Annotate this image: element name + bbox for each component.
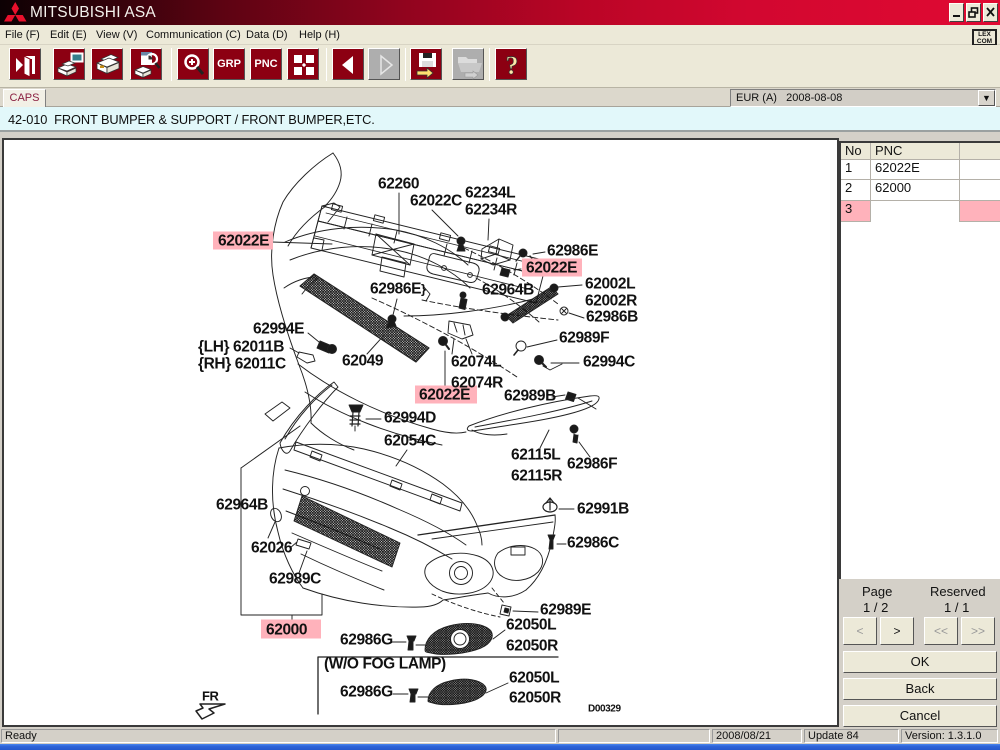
svg-text:62964B: 62964B xyxy=(216,497,268,514)
svg-text:62994D: 62994D xyxy=(384,410,436,427)
svg-text:62022E: 62022E xyxy=(526,260,577,277)
svg-text:62050R: 62050R xyxy=(506,638,558,655)
svg-text:62991B: 62991B xyxy=(577,501,629,518)
svg-text:62989B: 62989B xyxy=(504,388,556,405)
svg-text:?: ? xyxy=(506,51,519,80)
svg-text:62026: 62026 xyxy=(251,540,293,557)
svg-text:D00329: D00329 xyxy=(588,704,621,715)
svg-text:62022E: 62022E xyxy=(419,387,470,404)
svg-text:FR: FR xyxy=(202,689,220,704)
svg-text:62050R: 62050R xyxy=(509,690,561,707)
svg-text:(W/O FOG LAMP): (W/O FOG LAMP) xyxy=(324,656,446,673)
svg-text:62074L: 62074L xyxy=(451,354,501,371)
svg-text:62115R: 62115R xyxy=(511,468,562,485)
svg-text:62964B: 62964B xyxy=(482,282,534,299)
svg-text:62115L: 62115L xyxy=(511,447,560,464)
svg-text:62050L: 62050L xyxy=(506,617,556,634)
svg-text:62986E: 62986E xyxy=(370,281,421,298)
svg-text:62986C: 62986C xyxy=(567,535,619,552)
svg-text:62050L: 62050L xyxy=(509,670,559,687)
svg-text:62002L: 62002L xyxy=(585,276,635,293)
svg-text:62022E: 62022E xyxy=(218,233,269,250)
svg-text:62022C: 62022C xyxy=(410,193,462,210)
svg-text:62994C: 62994C xyxy=(583,354,635,371)
svg-text:62994E: 62994E xyxy=(253,321,304,338)
svg-text:62986F: 62986F xyxy=(567,456,617,473)
svg-text:62989C: 62989C xyxy=(269,571,321,588)
svg-text:62986G: 62986G xyxy=(340,684,393,701)
svg-text:62986E: 62986E xyxy=(547,243,598,260)
svg-text:62986B: 62986B xyxy=(586,309,638,326)
svg-text:}: } xyxy=(421,282,426,297)
svg-text:62989F: 62989F xyxy=(559,330,609,347)
svg-text:{LH} 62011B: {LH} 62011B xyxy=(198,339,284,356)
svg-text:62054C: 62054C xyxy=(384,433,436,450)
svg-text:62234R: 62234R xyxy=(465,202,517,219)
svg-text:{RH} 62011C: {RH} 62011C xyxy=(198,356,286,373)
svg-text:62000: 62000 xyxy=(266,622,307,639)
svg-text:62986G: 62986G xyxy=(340,632,393,649)
svg-text:62234L: 62234L xyxy=(465,185,515,202)
svg-text:62049: 62049 xyxy=(342,353,384,370)
svg-text:62002R: 62002R xyxy=(585,293,637,310)
svg-text:62260: 62260 xyxy=(378,176,419,193)
